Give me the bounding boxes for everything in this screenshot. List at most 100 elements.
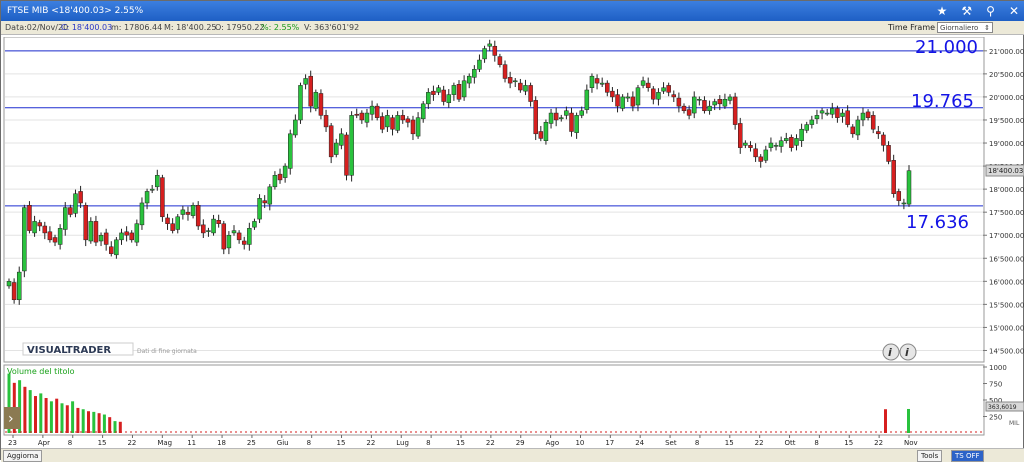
y-tick-label: 17'500.00: [989, 209, 1024, 217]
info-icon[interactable]: i: [899, 343, 917, 361]
candle-body: [743, 142, 748, 146]
dropdown-arrow-icon: ⇕: [984, 24, 990, 32]
candle-body: [855, 119, 861, 136]
candle-body: [538, 131, 544, 139]
volume-bar: [884, 409, 887, 433]
x-tick-label: 22: [486, 439, 495, 447]
candle-body: [553, 112, 559, 121]
candle-body: [472, 69, 477, 78]
candle-body: [124, 231, 129, 236]
level-label-19765: 19.765: [911, 91, 974, 112]
x-tick-label: 11: [187, 439, 196, 447]
x-tick-label: 8: [814, 439, 818, 447]
candle-body: [707, 105, 712, 112]
candle-body: [318, 93, 324, 116]
candle-body: [717, 98, 723, 105]
vol-tick-label: 750: [989, 381, 1002, 389]
price-tag: 18'400.03: [988, 167, 1023, 175]
candle-body: [6, 281, 12, 287]
candle-body: [426, 92, 431, 105]
volume-bar: [28, 390, 32, 433]
candle-body: [88, 221, 94, 242]
candle-body: [809, 119, 815, 125]
candle-body: [144, 191, 150, 204]
chevron-right-icon: ›: [8, 411, 14, 427]
candle-body: [93, 221, 99, 243]
candle-body: [569, 112, 574, 132]
candle-body: [763, 149, 769, 161]
candle-body: [293, 119, 298, 136]
close-icon[interactable]: ✕: [1009, 1, 1019, 21]
volume-bar: [108, 417, 112, 433]
candle-body: [870, 115, 876, 130]
candle-body: [374, 105, 380, 118]
candle-body: [533, 100, 538, 135]
volume-bar: [23, 386, 27, 433]
candle-body: [221, 223, 227, 250]
candle-body: [835, 108, 840, 118]
info-close: C: 18'400.03: [61, 23, 113, 32]
candle-body: [584, 89, 590, 110]
chart-area[interactable]: 21'000.00 20'500.00 20'000.00 19'500.00 19'0…: [1, 36, 1024, 461]
candle-body: [364, 112, 370, 123]
candle-body: [241, 240, 247, 245]
candle-body: [313, 92, 319, 109]
candle-body: [47, 231, 53, 241]
info-icon[interactable]: i: [882, 343, 900, 361]
time-frame-select[interactable]: Giornaliero ⇕: [937, 22, 993, 33]
volume-bar: [97, 413, 101, 433]
brand-subtitle: Dati di fine giornata: [137, 348, 197, 355]
candle-body: [446, 94, 452, 103]
candle-body: [518, 82, 523, 91]
volume-bar: [55, 398, 59, 433]
candle-body: [155, 175, 160, 188]
aggiorna-button[interactable]: Aggiorna: [3, 450, 43, 462]
y-tick-label: 20'000.00: [989, 94, 1024, 102]
candle-body: [114, 239, 119, 256]
candle-body: [497, 56, 503, 65]
candle-body: [656, 92, 661, 100]
y-tick-label: 15'500.00: [989, 301, 1024, 309]
candle-body: [165, 217, 170, 224]
candle-body: [267, 186, 273, 205]
candle-body: [328, 125, 334, 158]
candle-body: [732, 96, 738, 125]
candle-body: [559, 117, 564, 120]
ts-off-button[interactable]: TS OFF: [951, 450, 984, 462]
candle-body: [840, 112, 845, 117]
candle-body: [906, 170, 912, 205]
x-tick-label: 22: [366, 439, 375, 447]
candle-body: [349, 115, 354, 176]
candle-body: [339, 133, 344, 146]
candle-body: [395, 115, 400, 131]
candle-body: [461, 80, 467, 98]
price-chart[interactable]: 21'000.00 20'500.00 20'000.00 19'500.00 19'0…: [1, 36, 1024, 448]
x-tick-label: 17: [605, 439, 614, 447]
star-icon[interactable]: ★: [937, 1, 948, 21]
hammer-icon[interactable]: ⚒: [961, 1, 972, 21]
candle-body: [385, 115, 390, 128]
volume-unit: MIL: [1009, 420, 1020, 427]
candle-body: [666, 85, 671, 93]
tools-button[interactable]: Tools: [917, 450, 943, 462]
y-tick-label: 16'000.00: [989, 278, 1024, 286]
candle-body: [170, 223, 175, 231]
candle-body: [778, 140, 784, 147]
x-tick-label: 15: [725, 439, 734, 447]
volume-bar: [76, 407, 80, 433]
candle-body: [697, 98, 702, 101]
info-open: O: 17950.22: [215, 23, 265, 32]
candle-body: [712, 101, 717, 106]
x-tick-label: 15: [337, 439, 346, 447]
candle-body: [308, 75, 313, 107]
volume-bar: [49, 401, 53, 433]
candle-body: [180, 209, 186, 215]
x-tick-label: Lug: [396, 439, 409, 447]
pin-icon[interactable]: ⚲: [986, 1, 995, 21]
candle-body: [850, 126, 855, 135]
volume-bar: [907, 408, 910, 433]
candle-body: [78, 191, 83, 204]
candle-body: [896, 191, 902, 201]
candle-body: [456, 84, 462, 100]
time-frame-label: Time Frame: [888, 23, 936, 32]
